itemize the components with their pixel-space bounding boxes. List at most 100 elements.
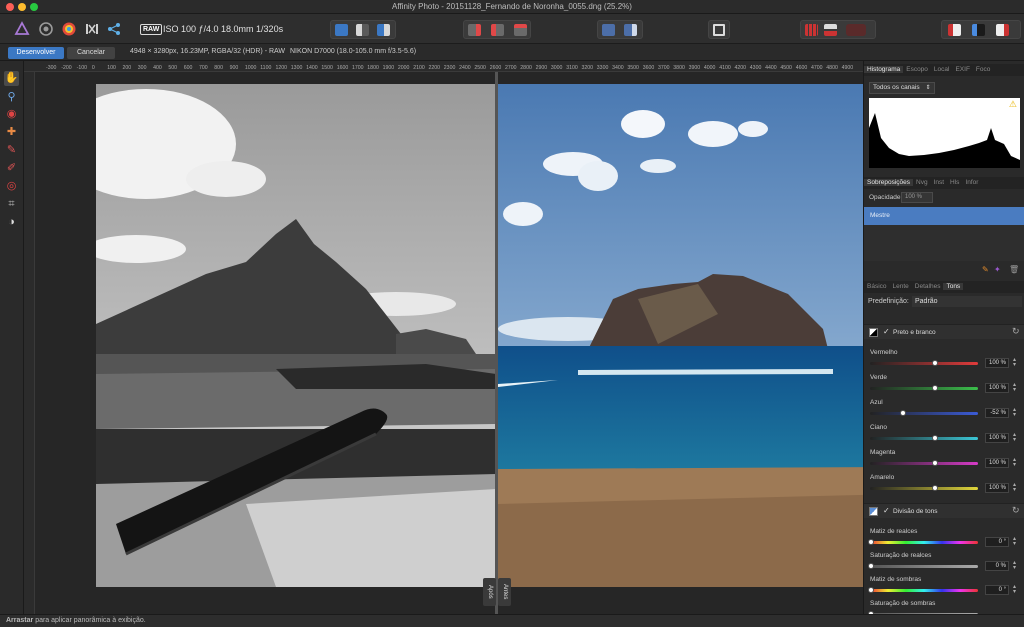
slider-knob[interactable]	[931, 460, 938, 466]
clipping-warning-icon[interactable]	[713, 24, 725, 36]
overlay-erase-icon[interactable]: ✐	[4, 161, 19, 176]
tab-inst[interactable]: Inst	[931, 179, 947, 186]
stepper-icon[interactable]: ▴ ▾	[1013, 584, 1019, 595]
copy-right-icon[interactable]	[468, 24, 481, 36]
grid-icon[interactable]	[805, 24, 818, 36]
split-section-title: Divisão de tons	[893, 508, 938, 515]
before-after-icon[interactable]	[602, 24, 615, 36]
tab-exif[interactable]: EXIF	[952, 66, 972, 73]
split-view-icon[interactable]	[356, 24, 369, 36]
develop-persona-icon[interactable]	[61, 21, 77, 37]
slider-knob[interactable]	[868, 539, 874, 545]
split-enable-checkbox[interactable]: ✓	[883, 506, 890, 515]
tab-lens[interactable]: Lente	[890, 283, 912, 290]
slider-knob[interactable]	[931, 385, 938, 391]
tab-basic[interactable]: Básico	[864, 283, 890, 290]
split-slider[interactable]	[868, 539, 978, 545]
ruler-tick-label: 1100	[260, 65, 271, 71]
slider-knob[interactable]	[931, 485, 938, 491]
magnet-icon[interactable]	[846, 24, 866, 36]
bw-slider[interactable]	[870, 385, 978, 391]
tone-clip-icon[interactable]	[972, 24, 985, 36]
trash-icon[interactable]: 🗑	[1009, 265, 1019, 274]
slider-knob[interactable]	[931, 360, 938, 366]
paint-brush-icon[interactable]: ✎	[982, 265, 989, 274]
blemish-tool-icon[interactable]: ✚	[4, 125, 19, 140]
bw-slider[interactable]	[870, 460, 978, 466]
bw-slider-value[interactable]: 100 %	[985, 358, 1009, 368]
tab-tones[interactable]: Tons	[943, 283, 964, 290]
tab-focus[interactable]: Foco	[973, 66, 993, 73]
slider-knob[interactable]	[868, 587, 874, 593]
tab-info[interactable]: Infor	[962, 179, 981, 186]
bw-slider[interactable]	[870, 410, 978, 416]
bw-slider-label: Verde	[870, 374, 887, 381]
shadow-clip-icon[interactable]	[948, 24, 961, 36]
stepper-icon[interactable]: ▴ ▾	[1013, 482, 1019, 493]
tone-mapping-persona-icon[interactable]	[84, 21, 100, 37]
ruler-tick-label: 600	[184, 65, 193, 71]
split-slider-value[interactable]: 0 °	[985, 585, 1009, 595]
tab-details[interactable]: Detalhes	[912, 283, 944, 290]
stepper-icon[interactable]: ▴ ▾	[1013, 560, 1019, 571]
overlay-row-mestre[interactable]: Mestre	[864, 207, 1024, 225]
export-persona-icon[interactable]	[106, 21, 122, 37]
slider-knob[interactable]	[868, 563, 874, 569]
crop-tool-icon[interactable]: ⌗	[4, 197, 19, 212]
preset-select[interactable]: Padrão	[912, 296, 1022, 307]
reset-icon[interactable]: ↻	[1012, 326, 1020, 337]
bw-slider-value[interactable]: 100 %	[985, 483, 1009, 493]
stepper-icon[interactable]: ▴ ▾	[1013, 457, 1019, 468]
liquify-persona-icon[interactable]	[38, 21, 54, 37]
split-reset-icon[interactable]: ↻	[1012, 505, 1020, 516]
bw-slider-value[interactable]: 100 %	[985, 458, 1009, 468]
photo-persona-icon[interactable]	[14, 21, 30, 37]
flip-compare-icon[interactable]	[624, 24, 637, 36]
tab-local[interactable]: Local	[931, 66, 953, 73]
tab-scope[interactable]: Escopo	[903, 66, 931, 73]
opacity-field[interactable]: 100 %	[901, 192, 933, 203]
ruler-tick-label: 2300	[444, 65, 456, 71]
white-balance-tool-icon[interactable]: ◑	[4, 215, 19, 230]
tab-overlays[interactable]: Sobreposições	[864, 179, 913, 186]
tab-navigator[interactable]: Nvg	[913, 179, 931, 186]
hand-tool-icon[interactable]: ✋	[4, 71, 19, 86]
stepper-icon[interactable]: ▴ ▾	[1013, 407, 1019, 418]
split-slider[interactable]	[868, 563, 978, 569]
develop-button[interactable]: Desenvolver	[8, 47, 64, 59]
bw-slider[interactable]	[870, 435, 978, 441]
stepper-icon[interactable]: ▴ ▾	[1013, 357, 1019, 368]
bw-slider[interactable]	[870, 485, 978, 491]
ruler-tick-label: 3400	[612, 65, 624, 71]
gradient-overlay-icon[interactable]: ✦	[994, 265, 1001, 274]
split-slider-value[interactable]: 0 %	[985, 561, 1009, 571]
stepper-icon[interactable]: ▴ ▾	[1013, 432, 1019, 443]
highlight-clip-icon[interactable]	[824, 24, 837, 36]
cancel-button[interactable]: Cancelar	[67, 47, 115, 59]
copy-left-icon[interactable]	[491, 24, 504, 36]
gamut-icon[interactable]	[996, 24, 1009, 36]
overlay-brush-icon[interactable]: ✎	[4, 143, 19, 158]
tab-histogram[interactable]: Histograma	[864, 66, 904, 73]
single-view-icon[interactable]	[335, 24, 348, 36]
bw-slider-value[interactable]: 100 %	[985, 433, 1009, 443]
overlay-gradient-icon[interactable]: ◎	[4, 179, 19, 194]
mirror-view-icon[interactable]	[377, 24, 390, 36]
bw-slider-value[interactable]: 100 %	[985, 383, 1009, 393]
split-slider-value[interactable]: 0 °	[985, 537, 1009, 547]
split-divider[interactable]	[495, 72, 498, 614]
red-eye-tool-icon[interactable]: ◉	[4, 107, 19, 122]
zoom-tool-icon[interactable]: ⚲	[4, 90, 19, 105]
swap-icon[interactable]	[514, 24, 527, 36]
stepper-icon[interactable]: ▴ ▾	[1013, 536, 1019, 547]
bw-enable-checkbox[interactable]: ✓	[883, 327, 890, 336]
split-slider[interactable]	[868, 587, 978, 593]
slider-knob[interactable]	[931, 435, 938, 441]
channels-select[interactable]: Todos os canais ⇕	[869, 82, 935, 94]
slider-knob[interactable]	[900, 410, 907, 416]
bw-slider-value[interactable]: -52 %	[985, 408, 1009, 418]
tab-history[interactable]: Hls	[947, 179, 962, 186]
stepper-icon[interactable]: ▴ ▾	[1013, 382, 1019, 393]
bw-slider[interactable]	[870, 360, 978, 366]
overlay-panel-tabs: Sobreposições Nvg Inst Hls Infor	[864, 177, 1024, 189]
